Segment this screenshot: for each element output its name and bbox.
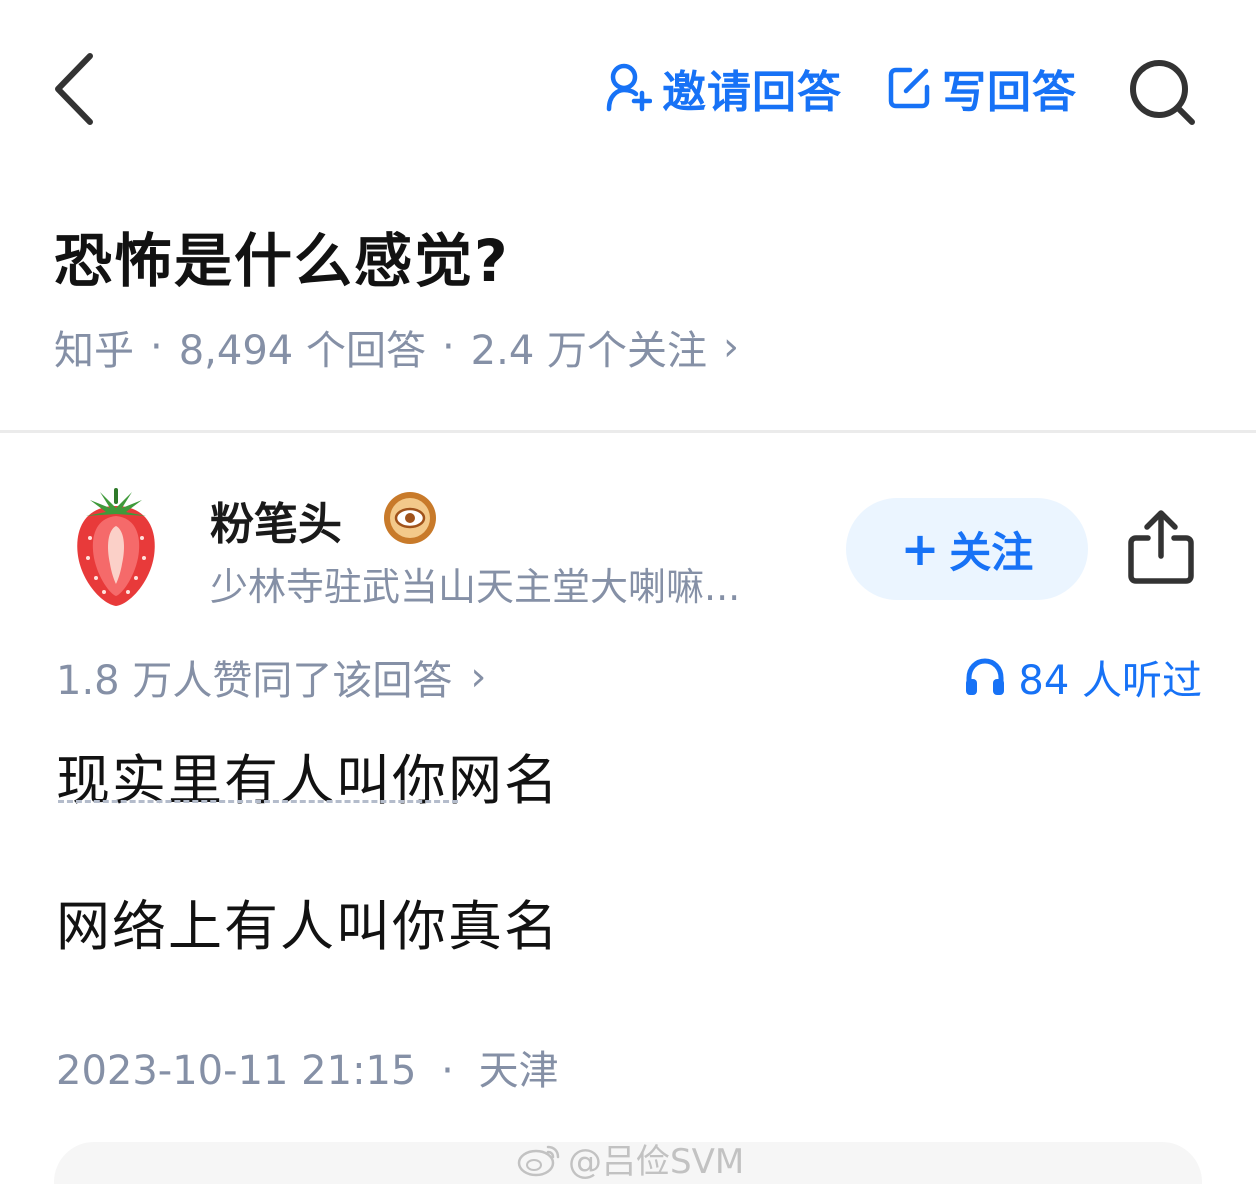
watermark-text: @吕俭SVM [568, 1142, 745, 1182]
question-meta[interactable]: 知乎 · 8,494 个回答 · 2.4 万个关注 › [54, 318, 739, 376]
share-icon [1128, 510, 1194, 584]
question-title[interactable]: 恐怖是什么感觉? [54, 214, 510, 298]
vote-count: 1.8 万人赞同了该回答 [56, 658, 453, 704]
invite-answer-label: 邀请回答 [662, 67, 842, 118]
chevron-right-icon: › [470, 654, 487, 700]
invite-answer-button[interactable]: 邀请回答 [606, 58, 842, 118]
author-name[interactable]: 粉笔头 [210, 488, 342, 552]
top-bar: 邀请回答 写回答 [0, 0, 1256, 180]
meta-separator: · [150, 324, 163, 370]
meta-separator: · [441, 324, 455, 370]
answer-location: 天津 [478, 1048, 559, 1094]
answer-line-2: 网络上有人叫你真名 [56, 895, 560, 958]
vote-summary[interactable]: 1.8 万人赞同了该回答 › [56, 648, 486, 706]
keyword-underline[interactable] [58, 800, 458, 803]
answer-timestamp: 2023-10-11 21:15 · 天津 [56, 1038, 559, 1096]
share-button[interactable] [1126, 508, 1196, 586]
section-divider [0, 430, 1256, 433]
answer-line-1: 现实里有人叫你网名 [56, 749, 560, 812]
listen-button[interactable]: 84 人听过 [964, 648, 1202, 706]
search-button[interactable] [1126, 56, 1198, 128]
author-bio: 少林寺驻武当山天主堂大喇嘛... [210, 565, 741, 609]
write-answer-button[interactable]: 写回答 [886, 58, 1077, 118]
weibo-icon [517, 1145, 560, 1176]
listen-count: 84 人听过 [1018, 658, 1202, 704]
strawberry-avatar [77, 488, 155, 606]
follow-button[interactable]: + 关注 [846, 498, 1088, 600]
badge-eye-icon [384, 492, 436, 544]
add-user-icon [606, 63, 652, 112]
meta-separator: · [441, 1048, 454, 1094]
headphones-icon [966, 658, 1005, 695]
follower-count: 2.4 万个关注 [470, 328, 707, 374]
watermark: @吕俭SVM [516, 1134, 744, 1183]
question-source: 知乎 [54, 328, 134, 374]
answer-date: 2023-10-11 21:15 [56, 1048, 417, 1094]
plus-icon: + [900, 522, 940, 576]
chevron-right-icon: › [723, 324, 739, 370]
avatar[interactable] [66, 486, 166, 610]
back-button[interactable] [48, 50, 108, 128]
write-answer-label: 写回答 [942, 67, 1077, 118]
follow-label: 关注 [949, 527, 1034, 577]
answer-count: 8,494 个回答 [178, 328, 426, 374]
back-arrow-icon [55, 53, 93, 125]
edit-icon [888, 67, 930, 109]
search-icon [1130, 60, 1195, 125]
